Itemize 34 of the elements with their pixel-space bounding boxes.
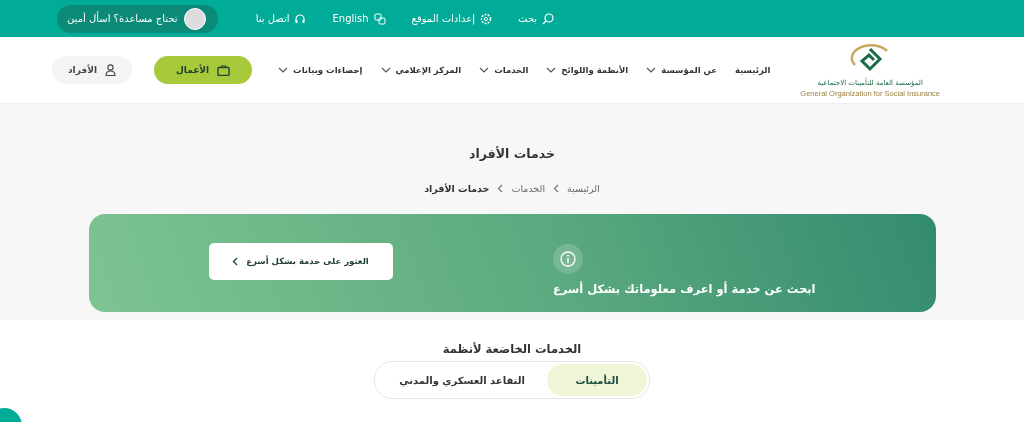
page-title: خدمات الأفراد [469,146,555,161]
portal-button[interactable]: الأعمال [154,56,253,84]
search-icon [542,12,555,25]
chevron-down-icon [479,67,490,73]
chevron-left-icon [232,256,239,266]
chevron-down-icon [380,67,391,73]
person-icon [105,64,116,76]
nav-menu-item[interactable]: إحصاءات وبيانات [278,65,363,75]
find-service-button[interactable]: العثور على خدمة بشكل أسرع [208,242,393,280]
headset-icon [294,12,307,25]
settings-icon [480,12,493,25]
assistant-button[interactable]: تحتاج مساعدة؟ اسأل أمين [57,4,218,33]
portal-button[interactable]: الأفراد [52,56,132,84]
tab[interactable]: التقاعد العسكري والمدني [377,364,547,396]
avatar-icon [183,7,206,30]
chevron-left-icon [553,184,560,193]
nav-menu-item[interactable]: عن المؤسسة [646,65,717,75]
breadcrumb-link[interactable]: الرئيسية [567,183,600,194]
nav-menu-item[interactable]: الخدمات [479,65,529,75]
section-title: الخدمات الخاضعة لأنظمة [442,342,582,356]
info-icon [552,244,583,274]
chevron-left-icon [497,184,504,193]
nav-menu-item[interactable]: المركز الإعلامي [380,65,462,75]
chevron-down-icon [278,67,289,73]
breadcrumb-link[interactable]: الخدمات [511,183,546,194]
nav-menu-item[interactable]: الرئيسية [735,65,771,75]
tab[interactable]: التأمينات [547,364,647,396]
nav-menu-item[interactable]: الأنظمة واللوائح [546,65,629,75]
chevron-down-icon [646,67,657,73]
banner-title: ابحث عن خدمة أو اعرف معلوماتك بشكل أسرع [552,282,816,296]
translate-icon [373,12,386,25]
chevron-down-icon [546,67,557,73]
briefcase-icon [217,64,231,76]
breadcrumb-link[interactable]: خدمات الأفراد [424,183,490,194]
